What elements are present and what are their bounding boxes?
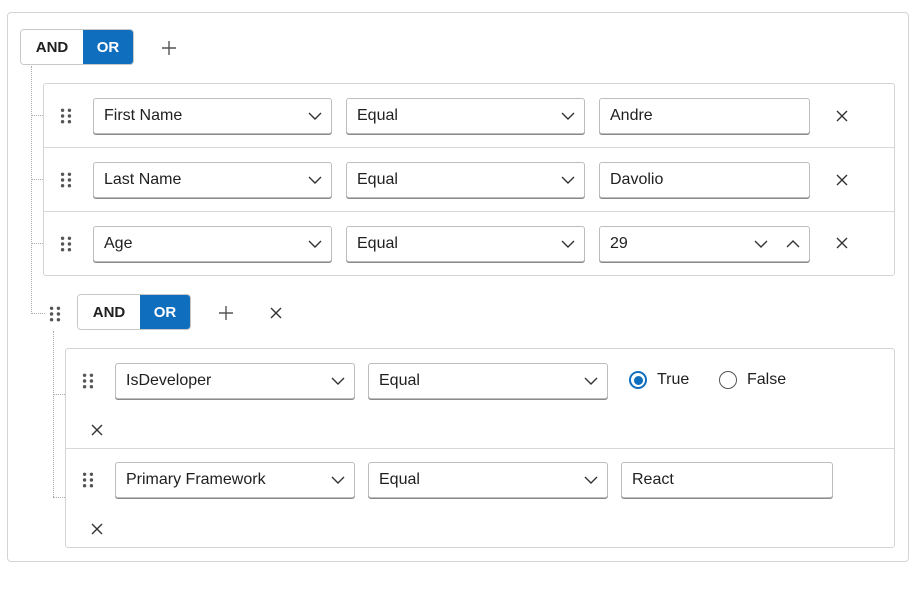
drag-handle-icon[interactable] bbox=[60, 108, 72, 124]
remove-rule-button[interactable] bbox=[828, 166, 856, 194]
close-icon bbox=[91, 523, 103, 535]
field-value: Age bbox=[104, 235, 133, 252]
chevron-down-icon bbox=[552, 112, 584, 120]
nested-or-button[interactable]: OR bbox=[140, 295, 190, 329]
spin-up-button[interactable] bbox=[777, 240, 809, 248]
field-value: Primary Framework bbox=[126, 471, 266, 488]
connector bbox=[53, 497, 65, 498]
operator-value: Equal bbox=[357, 235, 398, 252]
remove-rule-button[interactable] bbox=[83, 515, 111, 543]
field-dropdown[interactable]: Last Name bbox=[93, 162, 332, 198]
root-and-button[interactable]: AND bbox=[21, 30, 83, 64]
value-input[interactable]: React bbox=[621, 462, 833, 498]
nested-connector-line bbox=[53, 331, 54, 497]
connector bbox=[31, 313, 45, 314]
chevron-down-icon bbox=[322, 377, 354, 385]
chevron-down-icon bbox=[322, 476, 354, 484]
radio-false-label: False bbox=[747, 371, 787, 388]
chevron-down-icon bbox=[299, 176, 331, 184]
radio-true[interactable]: True bbox=[629, 370, 689, 390]
operator-value: Equal bbox=[357, 107, 398, 124]
connector bbox=[53, 394, 65, 395]
remove-rule-button[interactable] bbox=[83, 416, 111, 444]
spin-down-button[interactable] bbox=[745, 240, 777, 248]
connector bbox=[31, 243, 43, 244]
close-icon bbox=[836, 174, 848, 186]
close-icon bbox=[91, 424, 103, 436]
drag-handle-icon[interactable] bbox=[60, 172, 72, 188]
field-value: Last Name bbox=[104, 171, 182, 188]
root-or-button[interactable]: OR bbox=[83, 30, 133, 64]
field-dropdown[interactable]: Age bbox=[93, 226, 332, 262]
plus-icon bbox=[219, 306, 233, 320]
operator-value: Equal bbox=[379, 372, 420, 389]
field-value: First Name bbox=[104, 107, 183, 124]
operator-dropdown[interactable]: Equal bbox=[368, 462, 608, 498]
root-add-button[interactable] bbox=[155, 34, 183, 62]
chevron-down-icon bbox=[299, 240, 331, 248]
row-divider bbox=[66, 448, 894, 449]
operator-dropdown[interactable]: Equal bbox=[346, 162, 585, 198]
numeric-input[interactable]: 29 bbox=[599, 226, 810, 262]
chevron-up-icon bbox=[786, 240, 800, 248]
value-text: React bbox=[632, 471, 674, 488]
value-input[interactable]: Davolio bbox=[599, 162, 810, 198]
value-input[interactable]: Andre bbox=[599, 98, 810, 134]
operator-dropdown[interactable]: Equal bbox=[346, 226, 585, 262]
field-dropdown[interactable]: IsDeveloper bbox=[115, 363, 355, 399]
nested-add-button[interactable] bbox=[212, 299, 240, 327]
value-text: Davolio bbox=[610, 171, 664, 188]
radio-false[interactable]: False bbox=[719, 370, 786, 390]
close-icon bbox=[270, 307, 282, 319]
field-dropdown[interactable]: First Name bbox=[93, 98, 332, 134]
field-value: IsDeveloper bbox=[126, 372, 212, 389]
field-dropdown[interactable]: Primary Framework bbox=[115, 462, 355, 498]
drag-handle-icon[interactable] bbox=[82, 472, 94, 488]
row-divider bbox=[44, 211, 894, 212]
value-text: Andre bbox=[610, 107, 653, 124]
chevron-down-icon bbox=[575, 377, 607, 385]
drag-handle-icon[interactable] bbox=[82, 373, 94, 389]
operator-value: Equal bbox=[357, 171, 398, 188]
value-text: 29 bbox=[610, 235, 628, 252]
radio-true-label: True bbox=[657, 371, 690, 388]
root-condition-toggle: AND OR bbox=[20, 29, 134, 65]
operator-value: Equal bbox=[379, 471, 420, 488]
drag-handle-icon[interactable] bbox=[60, 236, 72, 252]
connector bbox=[31, 115, 43, 116]
close-icon bbox=[836, 110, 848, 122]
radio-unchecked-icon bbox=[719, 371, 737, 389]
remove-rule-button[interactable] bbox=[828, 102, 856, 130]
chevron-down-icon bbox=[552, 240, 584, 248]
connector bbox=[31, 179, 43, 180]
chevron-down-icon bbox=[754, 240, 768, 248]
nested-condition-toggle: AND OR bbox=[77, 294, 191, 330]
operator-dropdown[interactable]: Equal bbox=[368, 363, 608, 399]
chevron-down-icon bbox=[299, 112, 331, 120]
chevron-down-icon bbox=[552, 176, 584, 184]
row-divider bbox=[44, 147, 894, 148]
plus-icon bbox=[162, 41, 176, 55]
root-connector-line bbox=[31, 66, 32, 314]
close-icon bbox=[836, 237, 848, 249]
chevron-down-icon bbox=[575, 476, 607, 484]
nested-and-button[interactable]: AND bbox=[78, 295, 140, 329]
operator-dropdown[interactable]: Equal bbox=[346, 98, 585, 134]
radio-checked-icon bbox=[629, 371, 647, 389]
remove-rule-button[interactable] bbox=[828, 229, 856, 257]
remove-group-button[interactable] bbox=[262, 299, 290, 327]
drag-handle-icon[interactable] bbox=[49, 306, 61, 322]
